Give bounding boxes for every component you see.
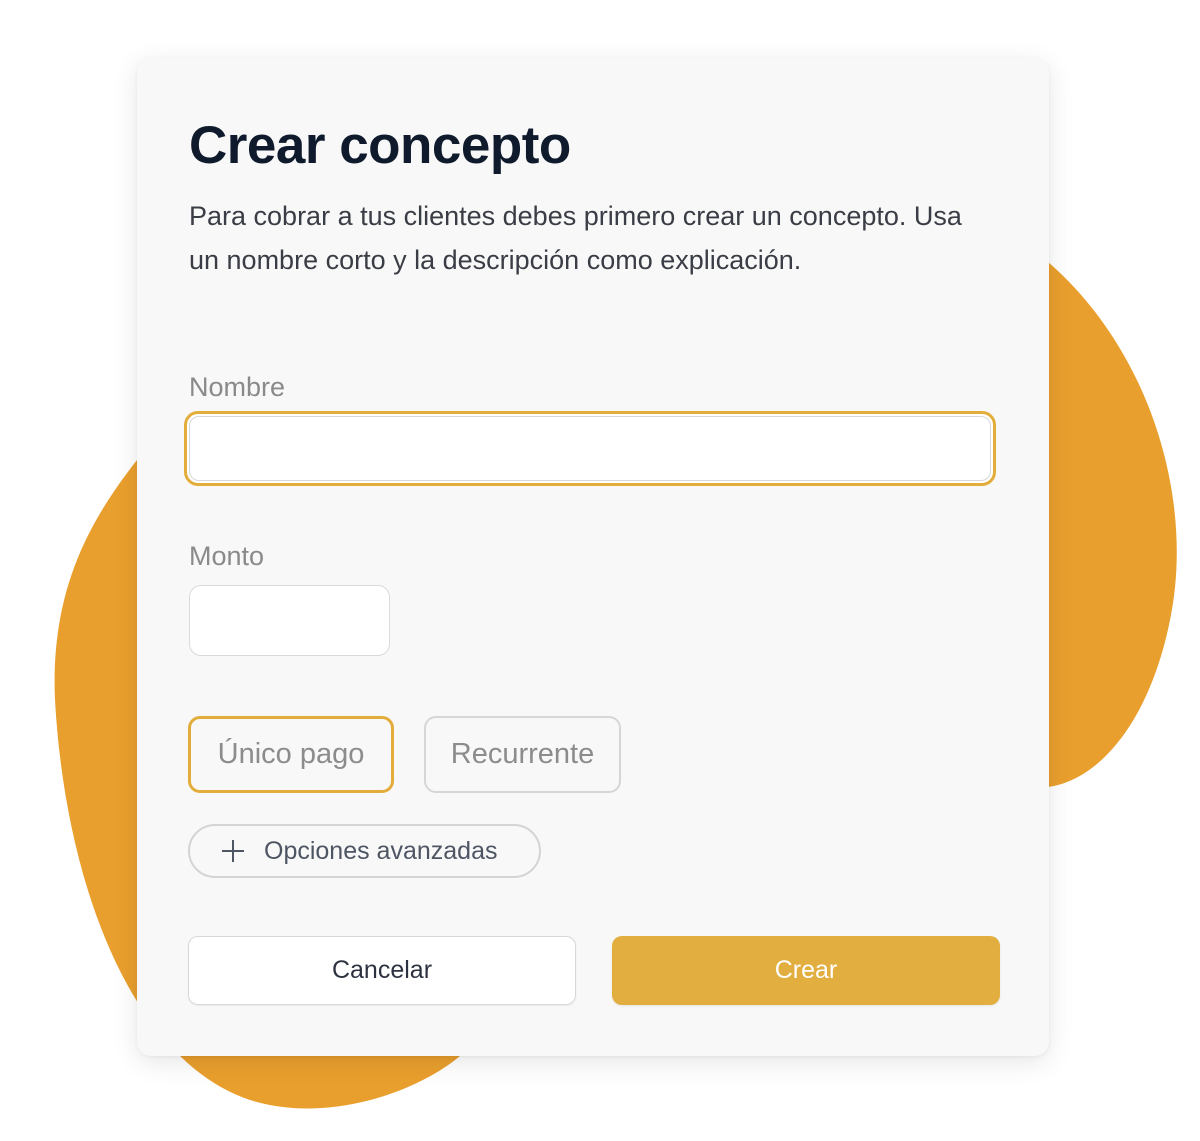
dialog-title: Crear concepto <box>189 116 571 175</box>
name-label: Nombre <box>189 372 286 402</box>
create-button[interactable]: Crear <box>612 936 1000 1005</box>
recurring-payment-option[interactable]: Recurrente <box>424 716 621 793</box>
name-input-field[interactable] <box>189 416 991 481</box>
amount-label: Monto <box>189 541 265 571</box>
cancel-button[interactable]: Cancelar <box>188 936 576 1005</box>
amount-input[interactable] <box>189 585 390 656</box>
dialog-description: Para cobrar a tus clientes debes primero… <box>189 201 962 275</box>
create-concept-dialog: Crear concepto Para cobrar a tus cliente… <box>137 58 1049 1056</box>
name-input[interactable] <box>184 411 996 486</box>
page: Crear concepto Para cobrar a tus cliente… <box>0 0 1200 1141</box>
plus-icon <box>222 840 244 862</box>
advanced-options-button[interactable]: Opciones avanzadas <box>188 824 541 878</box>
advanced-options-label: Opciones avanzadas <box>264 836 498 865</box>
single-payment-option[interactable]: Único pago <box>188 716 394 793</box>
